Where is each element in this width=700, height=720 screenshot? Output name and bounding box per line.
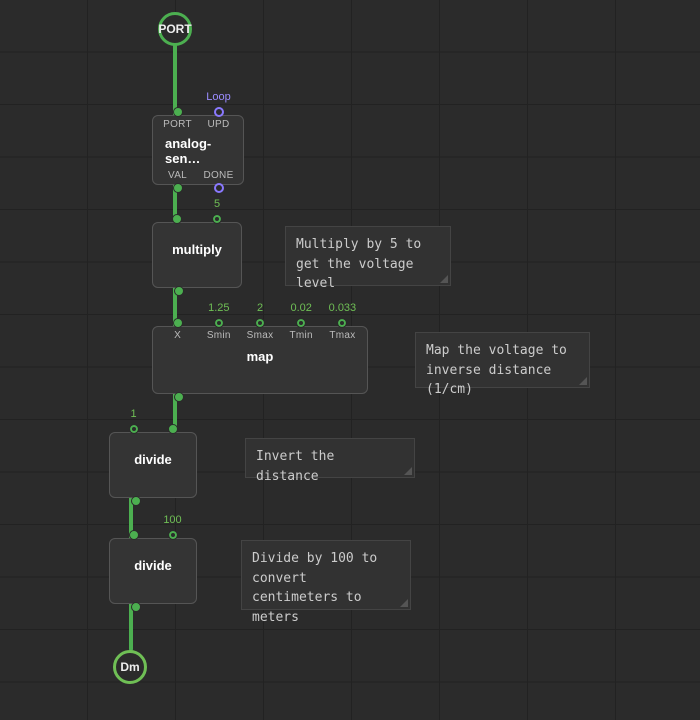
node-divide-1[interactable]: 1 divide [109, 432, 197, 498]
pinrow-top: 100 [110, 530, 196, 540]
pin-dot-icon [255, 318, 265, 328]
pin-divide2-b[interactable]: 100 [153, 530, 192, 540]
node-map[interactable]: X 1.25 Smin 2 Smax 0.02 Tmin 0.033 Tmax [152, 326, 368, 394]
pin-divide2-out[interactable] [114, 602, 158, 612]
pin-dot-icon [174, 392, 184, 402]
pin-analog-upd[interactable]: Loop UPD [198, 107, 239, 130]
pin-map-smin[interactable]: 1.25 Smin [198, 318, 239, 341]
node-divide-2[interactable]: 100 divide [109, 538, 197, 604]
pin-multiply-out[interactable] [157, 286, 201, 296]
pin-dot-icon [131, 496, 141, 506]
comment-multiply[interactable]: Multiply by 5 to get the voltage level [285, 226, 451, 286]
pin-dot-icon [337, 318, 347, 328]
pin-dot-icon [129, 424, 139, 434]
comment-map[interactable]: Map the voltage to inverse distance (1/c… [415, 332, 590, 388]
comment-divide1[interactable]: Invert the distance [245, 438, 415, 478]
pin-analog-port[interactable]: PORT [157, 107, 198, 130]
node-title: map [153, 343, 367, 370]
pin-divide1-a[interactable]: 1 [114, 424, 153, 434]
pin-map-x[interactable]: X [157, 318, 198, 341]
terminal-dm[interactable]: Dm [113, 650, 147, 684]
pinrow-bot [110, 602, 196, 612]
pin-dot-pulse-icon [214, 183, 224, 193]
pinrow-bot [110, 496, 196, 506]
terminal-dm-label: Dm [120, 660, 139, 674]
pin-dot-icon [296, 318, 306, 328]
pin-map-smax[interactable]: 2 Smax [239, 318, 280, 341]
pin-analog-done[interactable]: DONE [198, 170, 239, 193]
pin-dot-icon [214, 318, 224, 328]
node-multiply[interactable]: 5 multiply [152, 222, 242, 288]
pin-dot-icon [174, 286, 184, 296]
pin-dot-icon [172, 214, 182, 224]
pinrow-bot [153, 286, 241, 296]
pinrow-bot [153, 392, 367, 402]
pin-dot-icon [173, 183, 183, 193]
pin-map-tmin[interactable]: 0.02 Tmin [281, 318, 322, 341]
pin-analog-val[interactable]: VAL [157, 170, 198, 193]
pin-multiply-a[interactable] [157, 214, 197, 224]
pin-dot-icon [173, 107, 183, 117]
node-title: analog-sen… [153, 130, 243, 172]
canvas[interactable]: PORT PORT Loop UPD analog-sen… VAL DONE [0, 0, 700, 720]
pin-dot-icon [168, 424, 178, 434]
node-analog-sensor[interactable]: PORT Loop UPD analog-sen… VAL DONE [152, 115, 244, 185]
node-title: multiply [153, 236, 241, 263]
pin-dot-icon [168, 530, 178, 540]
comment-divide2[interactable]: Divide by 100 to convert centimeters to … [241, 540, 411, 610]
pin-dot-icon [173, 318, 183, 328]
pinrow-top: PORT Loop UPD [153, 107, 243, 130]
pinrow-bot: VAL DONE [153, 170, 243, 193]
pinrow-top: 5 [153, 214, 241, 224]
pin-dot-icon [131, 602, 141, 612]
terminal-port-label: PORT [158, 22, 191, 36]
pin-multiply-b[interactable]: 5 [197, 214, 237, 224]
node-title: divide [110, 446, 196, 473]
pin-map-tmax[interactable]: 0.033 Tmax [322, 318, 363, 341]
pin-dot-icon [129, 530, 139, 540]
node-title: divide [110, 552, 196, 579]
pin-map-out[interactable] [157, 392, 201, 402]
pin-dot-pulse-icon [214, 107, 224, 117]
pin-divide1-b[interactable] [153, 424, 192, 434]
pinrow-top: X 1.25 Smin 2 Smax 0.02 Tmin 0.033 Tmax [153, 318, 367, 341]
pin-divide2-a[interactable] [114, 530, 153, 540]
pin-dot-icon [212, 214, 222, 224]
terminal-port[interactable]: PORT [158, 12, 192, 46]
pin-divide1-out[interactable] [114, 496, 158, 506]
pinrow-top: 1 [110, 424, 196, 434]
